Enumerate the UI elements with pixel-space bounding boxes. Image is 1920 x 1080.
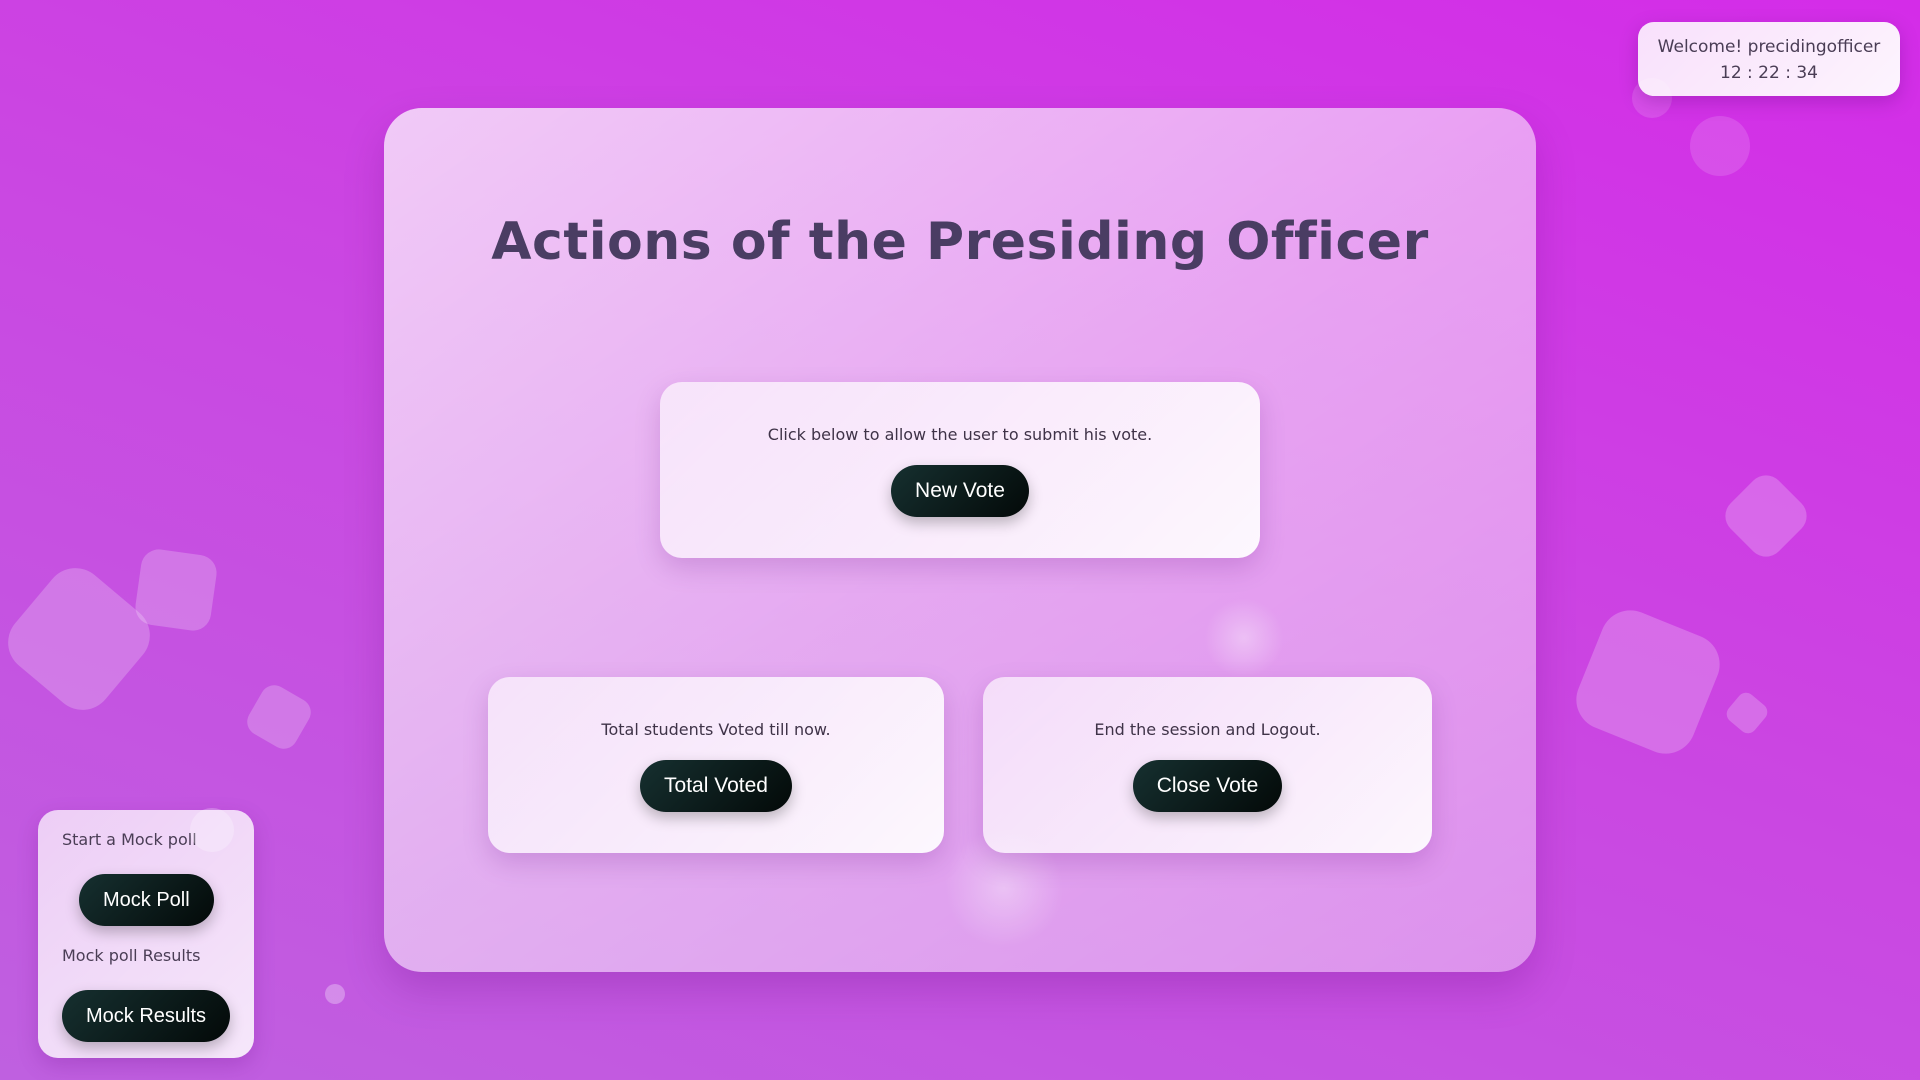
decorative-shape <box>1717 467 1815 565</box>
new-vote-card: Click below to allow the user to submit … <box>660 382 1260 558</box>
decorative-bubble <box>1690 116 1750 176</box>
decorative-glow <box>1204 598 1284 678</box>
decorative-bubble <box>325 984 345 1004</box>
total-voted-card: Total students Voted till now. Total Vot… <box>488 677 944 853</box>
mock-results-label: Mock poll Results <box>62 946 201 965</box>
total-voted-description: Total students Voted till now. <box>601 720 831 739</box>
decorative-shape <box>242 680 316 754</box>
welcome-box: Welcome! precidingofficer 12 : 22 : 34 <box>1638 22 1900 96</box>
page-title: Actions of the Presiding Officer <box>491 212 1429 272</box>
mock-poll-button[interactable]: Mock Poll <box>79 874 214 926</box>
mock-results-button[interactable]: Mock Results <box>62 990 231 1042</box>
welcome-text: Welcome! precidingofficer <box>1657 37 1881 57</box>
decorative-shape <box>1723 689 1771 737</box>
mock-poll-label: Start a Mock poll <box>62 830 197 849</box>
new-vote-button[interactable]: New Vote <box>891 465 1029 517</box>
new-vote-description: Click below to allow the user to submit … <box>767 425 1153 444</box>
decorative-shape <box>1567 601 1729 763</box>
decorative-bubble <box>190 808 234 852</box>
close-vote-button[interactable]: Close Vote <box>1132 760 1283 812</box>
main-panel: Actions of the Presiding Officer Click b… <box>384 108 1536 972</box>
clock: 12 : 22 : 34 <box>1720 63 1818 83</box>
close-vote-card: End the session and Logout. Close Vote <box>983 677 1432 853</box>
close-vote-description: End the session and Logout. <box>1094 720 1321 739</box>
total-voted-button[interactable]: Total Voted <box>640 760 792 812</box>
decorative-shape <box>133 547 219 633</box>
